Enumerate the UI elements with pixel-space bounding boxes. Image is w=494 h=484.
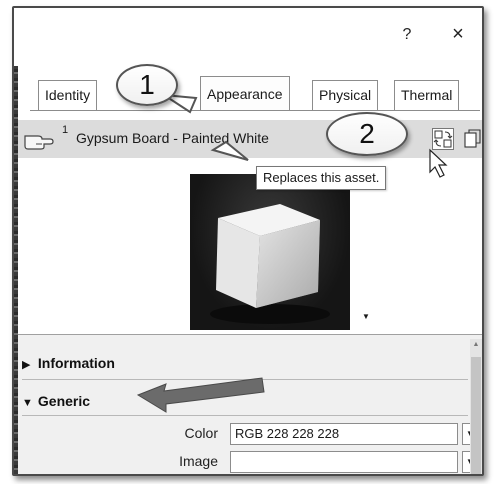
generic-group-header[interactable]: ▼ Generic: [22, 393, 90, 409]
replace-asset-icon[interactable]: [432, 128, 454, 150]
image-label: Image: [179, 453, 218, 469]
tab-physical[interactable]: Physical: [312, 80, 379, 110]
tab-identity[interactable]: Identity: [38, 80, 98, 110]
group-divider: [22, 415, 468, 416]
replace-asset-tooltip: Replaces this asset.: [256, 166, 387, 190]
information-group-header[interactable]: ▶ Information: [22, 355, 115, 371]
tab-thermal[interactable]: Thermal: [394, 80, 460, 110]
properties-panel: ▶ Information ▼ Generic Color RGB 228 22…: [18, 334, 482, 474]
tab-appearance[interactable]: Appearance: [200, 76, 290, 110]
scroll-thumb[interactable]: [471, 357, 481, 474]
color-field[interactable]: RGB 228 228 228: [230, 423, 458, 445]
titlebar: ? ×: [14, 8, 482, 66]
duplicate-asset-icon[interactable]: [462, 128, 482, 150]
help-button[interactable]: ?: [396, 24, 418, 46]
preview-area: ▼: [18, 158, 482, 334]
scroll-up-icon[interactable]: ▲: [470, 339, 482, 351]
material-editor-dialog: ? × Identity Appearance Physical Thermal…: [12, 6, 484, 476]
tabs-divider: [30, 110, 480, 111]
collapse-triangle-icon: ▼: [22, 397, 33, 409]
close-button[interactable]: ×: [446, 22, 470, 46]
asset-usage-count: 1: [62, 124, 69, 136]
image-field[interactable]: [230, 451, 458, 473]
callout-number-two: 2: [326, 112, 408, 156]
material-preview-image[interactable]: [190, 174, 350, 330]
color-label: Color: [184, 425, 218, 441]
expand-triangle-icon: ▶: [22, 359, 31, 371]
cube-preview-icon: [210, 204, 330, 324]
asset-name: Gypsum Board - Painted White: [76, 130, 269, 146]
vertical-scrollbar[interactable]: ▲: [470, 339, 482, 474]
callout-number-one: 1: [116, 64, 178, 106]
group-divider: [22, 379, 468, 380]
asset-bar: 1 Gypsum Board - Painted White: [18, 120, 482, 158]
preview-options-dropdown[interactable]: ▼: [362, 312, 370, 321]
hand-pointer-icon: [24, 128, 54, 150]
tab-strip: Identity Appearance Physical Thermal: [30, 76, 480, 110]
